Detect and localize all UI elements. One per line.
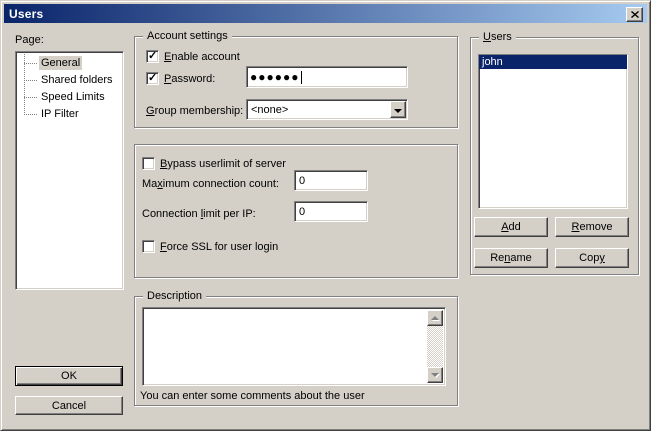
tree-item-label[interactable]: IP Filter	[39, 107, 81, 121]
connection-per-ip-label: Connection limit per IP:	[142, 208, 256, 221]
tree-item-ip-filter[interactable]: IP Filter	[16, 106, 123, 123]
connection-per-ip-input[interactable]	[294, 201, 368, 222]
description-text[interactable]	[145, 310, 427, 383]
tree-item-label[interactable]: Speed Limits	[39, 90, 107, 104]
users-caption: Users	[479, 31, 516, 44]
copy-button[interactable]: Copy	[555, 248, 629, 268]
enable-account-label[interactable]: Enable account	[164, 51, 240, 64]
max-connection-input[interactable]	[294, 170, 368, 191]
scroll-down-button[interactable]	[427, 367, 443, 383]
tree-item-speed-limits[interactable]: Speed Limits	[16, 89, 123, 106]
max-connection-label: Maximum connection count:	[142, 178, 279, 191]
combobox-value: <none>	[247, 104, 390, 116]
user-name[interactable]: john	[482, 56, 503, 68]
bypass-userlimit-label[interactable]: Bypass userlimit of server	[160, 158, 286, 171]
chevron-down-icon	[394, 109, 402, 113]
remove-button[interactable]: Remove	[555, 217, 629, 237]
user-list-item[interactable]: john	[479, 55, 627, 69]
arrow-up-icon	[431, 316, 439, 320]
force-ssl-label[interactable]: Force SSL for user login	[160, 241, 278, 254]
text-caret	[301, 71, 302, 84]
group-membership-label[interactable]: Group membership:	[146, 105, 243, 118]
users-dialog: Users Page: General Shared folders Speed…	[0, 0, 651, 431]
description-textarea[interactable]	[142, 307, 446, 386]
combobox-dropdown-button[interactable]	[390, 101, 406, 118]
password-label[interactable]: Password:	[164, 73, 215, 86]
window-title: Users	[9, 7, 43, 21]
tree-item-general[interactable]: General	[16, 55, 123, 72]
password-input[interactable]: ●●●●●●	[246, 66, 408, 88]
tree-item-shared-folders[interactable]: Shared folders	[16, 72, 123, 89]
group-membership-combobox[interactable]: <none>	[246, 99, 408, 120]
users-listbox[interactable]: john	[478, 54, 628, 209]
ok-button[interactable]: OK	[15, 366, 123, 386]
scrollbar-track[interactable]	[427, 326, 443, 367]
page-label: Page:	[15, 34, 44, 47]
description-hint: You can enter some comments about the us…	[140, 390, 365, 403]
description-scrollbar[interactable]	[427, 310, 443, 383]
cancel-button[interactable]: Cancel	[15, 396, 123, 415]
password-checkbox[interactable]	[146, 72, 159, 85]
tree-item-label[interactable]: Shared folders	[39, 73, 115, 87]
enable-account-checkbox[interactable]	[146, 50, 159, 63]
arrow-down-icon	[431, 373, 439, 377]
add-button[interactable]: Add	[474, 217, 548, 237]
force-ssl-checkbox[interactable]	[142, 240, 155, 253]
tree-item-label[interactable]: General	[39, 56, 82, 70]
scroll-up-button[interactable]	[427, 310, 443, 326]
password-masked-value: ●●●●●●	[250, 71, 300, 83]
close-button[interactable]	[626, 7, 643, 22]
close-icon	[631, 11, 639, 18]
description-caption: Description	[143, 290, 206, 303]
rename-button[interactable]: Rename	[474, 248, 548, 268]
bypass-userlimit-checkbox[interactable]	[142, 157, 155, 170]
account-settings-caption: Account settings	[143, 30, 232, 43]
page-tree[interactable]: General Shared folders Speed Limits IP F…	[15, 51, 124, 290]
titlebar[interactable]: Users	[4, 4, 647, 23]
